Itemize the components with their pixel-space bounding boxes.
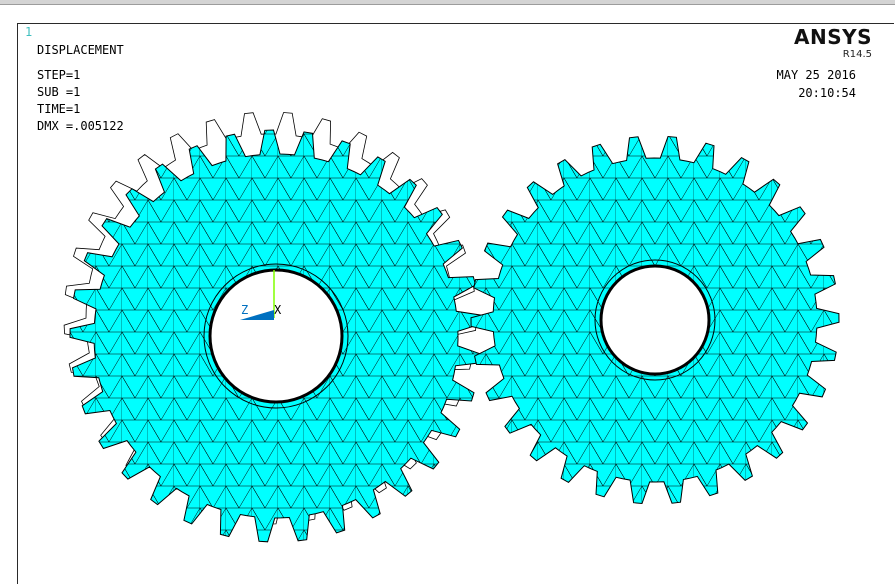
plot-title: DISPLACEMENT — [37, 43, 124, 57]
substep-label: SUB =1 — [37, 85, 81, 99]
ansys-logo: ANSYS — [793, 25, 872, 49]
date-stamp: MAY 25 2016 — [776, 68, 856, 82]
step-label: STEP=1 — [37, 68, 81, 82]
window-number: 1 — [25, 25, 33, 39]
max-displacement-label: DMX =.005122 — [37, 119, 124, 133]
right-gear-bore — [599, 264, 711, 376]
coordinate-triad-icon — [240, 270, 275, 320]
time-label: TIME=1 — [37, 102, 81, 116]
time-stamp: 20:10:54 — [798, 86, 856, 100]
right-gear-mesh — [470, 135, 840, 505]
left-gear-mesh — [69, 129, 483, 543]
fe-model-plot — [63, 112, 840, 543]
window-top-border — [0, 0, 895, 5]
release-label: R14.5 — [842, 49, 872, 60]
graphics-viewport[interactable]: 1 DISPLACEMENT STEP=1 SUB =1 TIME=1 DMX … — [17, 23, 894, 584]
